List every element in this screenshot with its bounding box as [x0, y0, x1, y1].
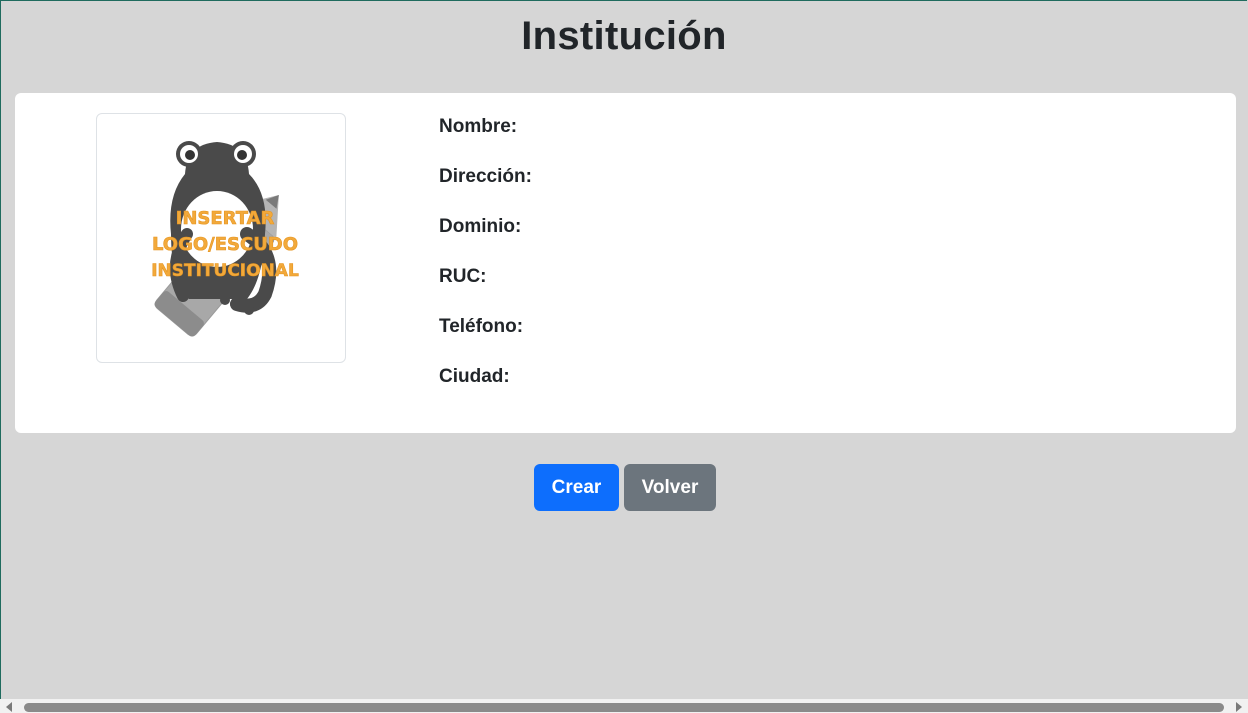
- field-ruc: RUC:: [439, 266, 487, 287]
- scrollbar-thumb[interactable]: [24, 703, 1224, 712]
- page-title: Institución: [521, 14, 727, 58]
- logo-text-line-2: LOGO/ESCUDO: [152, 234, 298, 255]
- action-buttons: Crear Volver: [534, 464, 716, 511]
- field-dominio: Dominio:: [439, 216, 522, 237]
- back-button[interactable]: Volver: [624, 464, 716, 511]
- logo-frame[interactable]: INSERTAR LOGO/ESCUDO INSTITUCIONAL: [96, 113, 346, 363]
- scroll-left-arrow-icon[interactable]: [6, 702, 12, 712]
- scroll-right-arrow-icon[interactable]: [1236, 702, 1242, 712]
- create-button[interactable]: Crear: [534, 464, 619, 511]
- institution-fields: Nombre: Dirección: Dominio: RUC: Teléfon…: [439, 115, 532, 415]
- frog-pencil-logo-icon: INSERTAR LOGO/ESCUDO INSTITUCIONAL: [151, 141, 299, 337]
- field-telefono: Teléfono:: [439, 316, 524, 337]
- horizontal-scrollbar[interactable]: [0, 699, 1248, 713]
- field-ciudad: Ciudad:: [439, 366, 510, 387]
- institution-card: INSERTAR LOGO/ESCUDO INSTITUCIONAL Nombr…: [15, 93, 1236, 433]
- logo-text-line-3: INSTITUCIONAL: [151, 261, 299, 281]
- logo-text-line-1: INSERTAR: [176, 208, 275, 229]
- field-direccion: Dirección:: [439, 166, 532, 187]
- field-nombre: Nombre:: [439, 116, 518, 137]
